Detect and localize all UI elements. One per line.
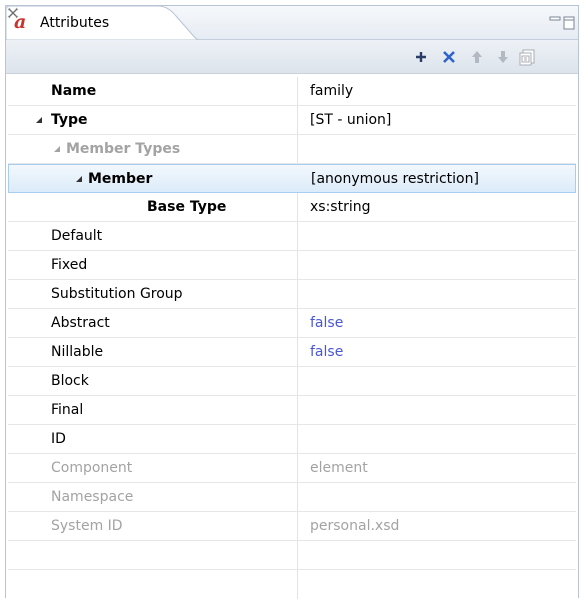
property-value[interactable]: element <box>310 454 368 482</box>
table-row[interactable]: Component element <box>8 454 576 483</box>
property-name: Base Type <box>147 199 227 215</box>
table-row[interactable]: Substitution Group <box>8 280 576 309</box>
view-tab-bar: a Attributes <box>6 6 578 40</box>
property-name: Abstract <box>51 315 110 331</box>
property-name: Component <box>51 460 133 476</box>
table-row[interactable]: Default <box>8 222 576 251</box>
property-name: System ID <box>51 518 123 534</box>
table-row[interactable]: Fixed <box>8 251 576 280</box>
property-name: Substitution Group <box>51 286 183 302</box>
property-name: Member Types <box>66 141 181 157</box>
property-name: Default <box>51 228 103 244</box>
table-row[interactable]: Final <box>8 396 576 425</box>
table-row[interactable]: Block <box>8 367 576 396</box>
table-row[interactable]: Base Type xs:string <box>8 193 576 222</box>
table-row[interactable]: Name family <box>8 77 576 106</box>
table-row[interactable]: Type [ST - union] <box>8 106 576 135</box>
property-name: Member <box>88 171 153 187</box>
property-name: ID <box>51 431 66 447</box>
table-row[interactable]: System ID personal.xsd <box>8 512 576 541</box>
property-value[interactable]: [anonymous restriction] <box>311 165 479 193</box>
table-row[interactable]: Namespace <box>8 483 576 512</box>
table-row[interactable]: Nillable false <box>8 338 576 367</box>
view-toolbar <box>6 40 578 74</box>
property-value[interactable]: [ST - union] <box>310 106 391 134</box>
close-icon[interactable] <box>6 6 20 20</box>
expanded-arrow-icon[interactable] <box>53 145 61 153</box>
property-name: Type <box>51 112 88 128</box>
property-name: Name <box>51 83 97 99</box>
property-value[interactable]: false <box>310 309 343 337</box>
minimize-icon[interactable] <box>549 16 561 26</box>
property-name: Namespace <box>51 489 134 505</box>
property-name: Fixed <box>51 257 88 273</box>
property-name: Nillable <box>51 344 104 360</box>
move-up-icon[interactable] <box>468 48 486 66</box>
expanded-arrow-icon[interactable] <box>75 175 83 183</box>
tab-attributes[interactable]: a Attributes <box>6 6 198 40</box>
property-value[interactable]: xs:string <box>310 193 370 221</box>
property-value[interactable]: family <box>310 77 353 105</box>
tab-title: Attributes <box>40 15 110 31</box>
property-name: Final <box>51 402 84 418</box>
move-down-icon[interactable] <box>494 48 512 66</box>
table-row[interactable]: Member Types <box>8 135 576 164</box>
attributes-view: a Attributes Name family Type [ST - unio… <box>5 5 579 599</box>
table-row[interactable]: ID <box>8 425 576 454</box>
property-value[interactable]: personal.xsd <box>310 512 399 540</box>
remove-icon[interactable] <box>440 48 458 66</box>
table-row[interactable]: Abstract false <box>8 309 576 338</box>
expanded-arrow-icon[interactable] <box>35 116 43 124</box>
table-row[interactable] <box>8 541 576 570</box>
property-name: Block <box>51 373 89 389</box>
add-icon[interactable] <box>412 48 430 66</box>
maximize-icon[interactable] <box>563 16 575 30</box>
table-row[interactable]: Member [anonymous restriction] <box>8 164 576 193</box>
new-view-icon[interactable] <box>518 48 536 66</box>
property-value[interactable]: false <box>310 338 343 366</box>
